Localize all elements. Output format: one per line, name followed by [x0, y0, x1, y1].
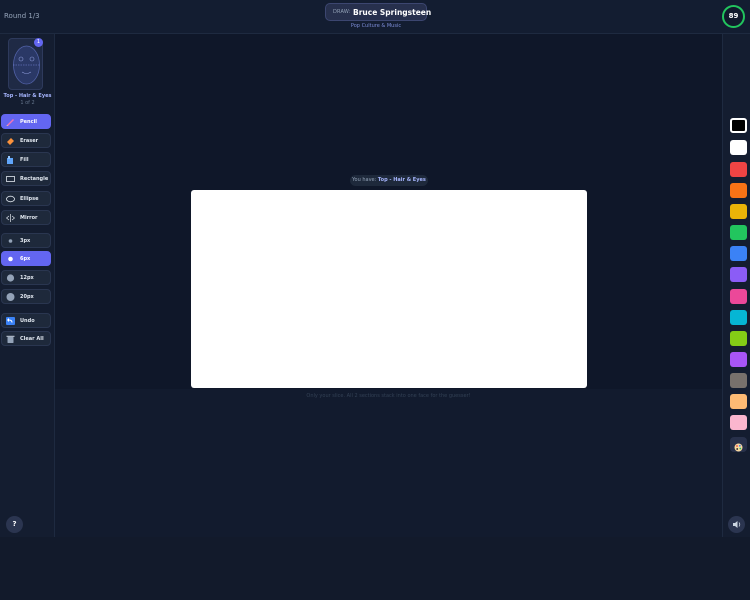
sound-toggle-button[interactable] — [728, 516, 745, 533]
top-bar: Round 1/3 DRAW: Bruce Springsteen Pop Cu… — [0, 0, 750, 34]
color-swatch-yellow[interactable] — [730, 204, 747, 219]
tool-label: Fill — [20, 157, 29, 163]
undo-label: Undo — [20, 318, 35, 324]
draw-word: Bruce Springsteen — [353, 8, 432, 17]
custom-color-button[interactable] — [730, 437, 747, 452]
tool-mirror-button[interactable]: Mirror — [1, 210, 51, 225]
game-screen: Round 1/3 DRAW: Bruce Springsteen Pop Cu… — [0, 0, 750, 600]
color-swatch-pink[interactable] — [730, 289, 747, 304]
brush-dot-icon — [8, 239, 13, 243]
round-indicator: Round 1/3 — [4, 12, 40, 20]
tool-label: Mirror — [20, 215, 38, 221]
tool-rectangle-button[interactable]: Rectangle — [1, 171, 51, 186]
color-swatch-lime[interactable] — [730, 331, 747, 346]
tool-eraser-button[interactable]: Eraser — [1, 133, 51, 148]
color-swatch-white[interactable] — [730, 140, 747, 155]
tool-pencil-button[interactable]: Pencil — [1, 114, 51, 129]
size-label: 20px — [20, 294, 34, 300]
ellipse-icon — [6, 195, 15, 203]
eraser-icon — [7, 138, 14, 145]
color-swatch-black[interactable] — [730, 118, 747, 133]
category-label: Pop Culture & Music — [350, 23, 402, 29]
drawing-canvas[interactable] — [191, 190, 587, 388]
color-swatch-blue[interactable] — [730, 246, 747, 261]
tool-label: Eraser — [20, 138, 39, 144]
tool-label: Rectangle — [20, 176, 49, 182]
pencil-icon — [6, 119, 14, 126]
draw-prefix: DRAW: — [333, 9, 351, 15]
color-swatch-light-pink[interactable] — [730, 415, 747, 430]
clear-all-button[interactable]: Clear All — [1, 331, 51, 346]
mirror-icon — [6, 214, 15, 222]
fill-icon — [7, 156, 13, 164]
color-swatch-orange[interactable] — [730, 183, 747, 198]
color-swatch-cyan[interactable] — [730, 310, 747, 325]
you-have-section: Top - Hair & Eyes — [377, 177, 426, 183]
tool-panel: 1 Top - Hair & Eyes 1 of 2 Pencil Eraser… — [0, 34, 55, 537]
color-swatch-purple[interactable] — [730, 352, 747, 367]
size-12px-button[interactable]: 12px — [1, 270, 51, 285]
color-palette — [722, 34, 750, 537]
trash-icon — [6, 335, 15, 343]
color-swatch-red[interactable] — [730, 162, 747, 177]
rectangle-icon — [6, 176, 15, 182]
clear-all-label: Clear All — [20, 336, 44, 342]
color-swatch-stone[interactable] — [730, 373, 747, 388]
size-label: 6px — [20, 256, 31, 262]
speaker-icon — [733, 521, 741, 528]
brush-dot-icon — [6, 293, 15, 301]
section-count: 1 of 2 — [20, 100, 35, 106]
size-6px-button[interactable]: 6px — [1, 251, 51, 266]
section-badge: 1 — [34, 38, 43, 47]
size-label: 3px — [20, 238, 31, 244]
you-have-prefix: You have: — [352, 177, 377, 183]
timer: 89 — [722, 5, 745, 28]
canvas-hint: Only your slice. All 2 sections stack in… — [306, 393, 471, 399]
tool-fill-button[interactable]: Fill — [1, 152, 51, 167]
color-swatch-peach[interactable] — [730, 394, 747, 409]
assigned-section-label: You have: Top - Hair & Eyes — [350, 175, 428, 186]
size-3px-button[interactable]: 3px — [1, 233, 51, 248]
draw-prompt: DRAW: Bruce Springsteen — [325, 3, 431, 21]
tool-ellipse-button[interactable]: Ellipse — [1, 191, 51, 206]
brush-dot-icon — [6, 274, 15, 282]
color-swatch-violet[interactable] — [730, 267, 747, 282]
undo-icon — [6, 317, 15, 325]
tool-label: Ellipse — [20, 196, 39, 202]
tool-label: Pencil — [20, 119, 38, 125]
brush-dot-icon — [8, 256, 13, 262]
bottom-strip — [0, 537, 750, 600]
color-swatch-green[interactable] — [730, 225, 747, 240]
palette-icon — [734, 443, 743, 452]
canvas-footer-area — [55, 389, 722, 537]
help-button[interactable]: ? — [6, 516, 23, 533]
section-name: Top - Hair & Eyes — [3, 93, 52, 99]
size-20px-button[interactable]: 20px — [1, 289, 51, 304]
undo-button[interactable]: Undo — [1, 313, 51, 328]
size-label: 12px — [20, 275, 34, 281]
